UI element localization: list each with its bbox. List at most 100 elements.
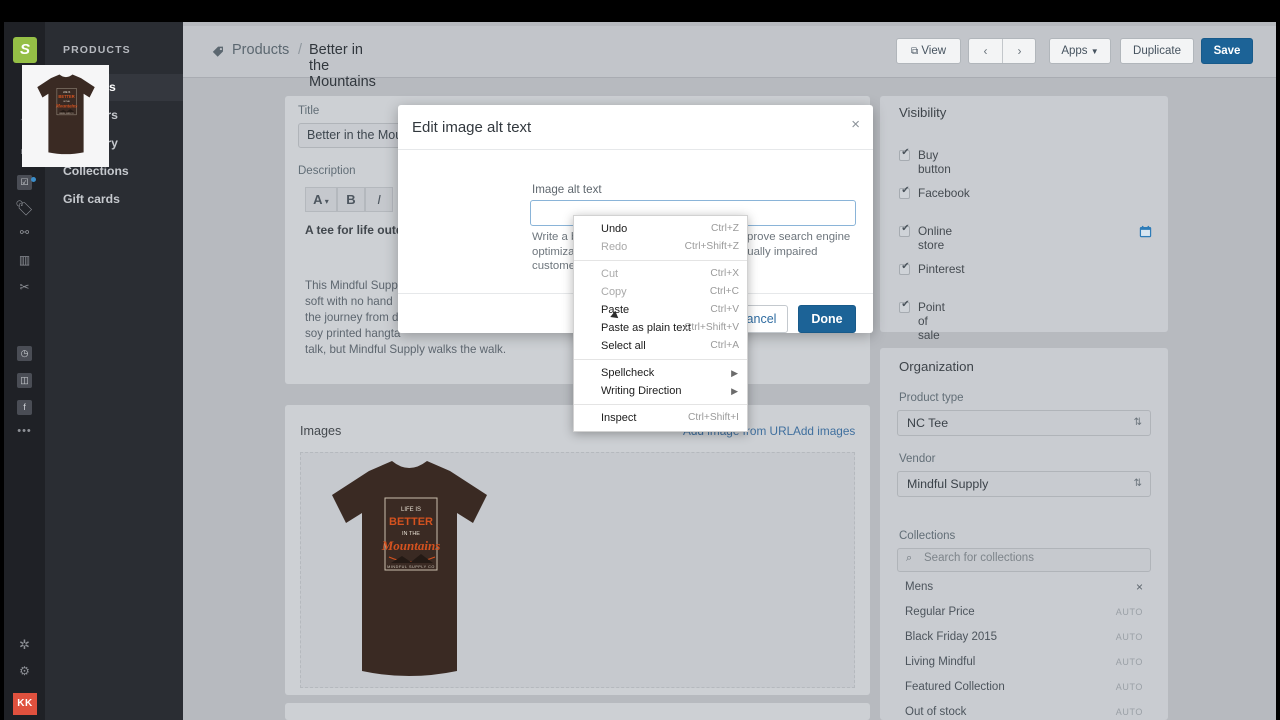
collection-auto-badge: AUTO [1115,657,1143,667]
organization-title: Organization [899,359,974,374]
menu-item-label: Redo [601,241,628,253]
checkbox-checked[interactable] [899,147,911,161]
title-label: Title [298,105,320,117]
image-alt-text-label: Image alt text [532,183,602,196]
images-card-title: Images [300,424,342,438]
collection-row-featured-collection: Featured Collection AUTO [897,675,1151,700]
description-line: soft with no hand [305,295,393,308]
settings-gear-icon[interactable]: ⚙ [4,658,45,684]
collection-auto-badge: AUTO [1115,632,1143,642]
menu-item-label: Copy [601,286,627,298]
collection-row-regular-price: Regular Price AUTO [897,600,1151,625]
tag-icon [212,46,223,57]
menu-item-accelerator: Ctrl+C [709,286,739,297]
visibility-label: Facebook [918,186,970,200]
apps-icon[interactable]: ✲ [4,632,45,658]
vendor-select[interactable]: Mindful Supply ⇅ [897,471,1151,497]
calendar-icon[interactable] [1139,225,1152,238]
breadcrumb-separator: / [298,42,303,58]
prev-next-button-group: ‹ › [968,38,1036,64]
collection-row-black-friday-2015: Black Friday 2015 AUTO [897,625,1151,650]
menu-item-label: Spellcheck [601,367,655,379]
letterbox-top [0,0,1280,22]
modal-title: Edit image alt text [412,119,532,136]
checkbox-checked[interactable] [899,261,911,275]
customers-icon[interactable]: ⚯ [4,220,45,246]
avatar[interactable]: KK [13,693,37,715]
product-type-select[interactable]: NC Tee ⇅ [897,410,1151,436]
checkbox-checked[interactable] [899,223,911,237]
remove-collection-icon[interactable]: × [1136,575,1143,600]
shopify-logo-icon[interactable] [13,37,37,63]
duplicate-button[interactable]: Duplicate [1120,38,1194,64]
context-menu-item-cut: Cut Ctrl+X [574,265,747,283]
font-style-button[interactable]: A ▾ [305,187,337,212]
svg-text:BETTER: BETTER [58,94,74,99]
collections-search-placeholder: Search for collections [924,552,1034,564]
menu-item-label: Select all [601,340,646,352]
view-button-label: View [921,45,947,57]
analytics-icon[interactable]: ▥ [4,247,45,273]
bold-button[interactable]: B [337,187,365,212]
products-tag-icon[interactable]: 🏷 [4,196,45,222]
vendor-label: Vendor [899,453,936,465]
more-icon[interactable]: ••• [4,418,45,444]
code-icon[interactable]: ◫ [4,366,45,392]
context-menu-item-paste-as-plain-text[interactable]: Paste as plain text Ctrl+Shift+V [574,319,747,337]
add-images-link[interactable]: Add images [793,424,855,438]
tee-line2: BETTER [389,516,433,528]
description-line: soy printed hangta [305,327,401,340]
facebook-icon[interactable]: f [4,393,45,419]
context-menu-item-redo: Redo Ctrl+Shift+Z [574,238,747,256]
visibility-label: Buy button [918,148,951,176]
breadcrumb-parent-link[interactable]: Products [232,42,289,58]
images-card: Images Add image from URL Add images LIF… [285,405,870,695]
clock-icon[interactable]: ◷ [4,339,45,365]
apps-button-label: Apps [1061,45,1088,57]
collection-auto-badge: AUTO [1115,607,1143,617]
done-button[interactable]: Done [798,305,856,333]
context-menu-item-spellcheck[interactable]: Spellcheck ▶ [574,364,747,382]
search-icon: ⌕ [906,552,913,564]
product-image-tshirt[interactable]: LIFE IS BETTER IN THE Mountains MINDFUL … [307,453,512,693]
context-menu-item-paste[interactable]: Paste Ctrl+V [574,301,747,319]
select-arrows-icon: ⇅ [1133,478,1142,489]
italic-label: I [377,192,381,207]
apps-button[interactable]: Apps ▼ [1049,38,1111,64]
menu-separator [574,404,747,405]
context-menu-item-select-all[interactable]: Select all Ctrl+A [574,337,747,355]
sidebar-item-gift-cards[interactable]: Gift cards [45,186,183,213]
thumbnail-tshirt-image: LIFE IS BETTER IN THE Mountains MINDFUL … [37,74,95,155]
collection-row-living-mindful: Living Mindful AUTO [897,650,1151,675]
product-type-label: Product type [899,392,964,404]
menu-item-accelerator: Ctrl+Z [710,223,739,234]
visibility-title: Visibility [899,105,947,120]
prev-button[interactable]: ‹ [969,39,1002,63]
next-button[interactable]: › [1003,39,1036,63]
bold-label: B [346,192,356,207]
discounts-icon[interactable]: ✂ [4,274,45,300]
close-icon[interactable]: × [851,116,860,133]
next-card-peek [285,703,870,720]
collection-name: Out of stock [905,706,967,718]
context-menu-item-undo[interactable]: Undo Ctrl+Z [574,220,747,238]
visibility-label: Pinterest [918,262,965,276]
save-button[interactable]: Save [1201,38,1253,64]
context-menu-item-inspect[interactable]: Inspect Ctrl+Shift+I [574,409,747,427]
collections-search-input[interactable]: ⌕ Search for collections [897,548,1151,572]
product-type-value: NC Tee [907,416,949,430]
collection-name: Black Friday 2015 [905,631,998,643]
view-button[interactable]: ⧉ View [896,38,961,64]
collections-label: Collections [899,530,956,542]
menu-item-accelerator: Ctrl+Shift+V [684,322,739,333]
collection-name: Regular Price [905,606,975,618]
svg-text:LIFE IS: LIFE IS [63,92,71,94]
menu-item-label: Writing Direction [601,385,682,397]
checkbox-checked[interactable] [899,185,911,199]
context-menu-item-writing-direction[interactable]: Writing Direction ▶ [574,382,747,400]
svg-text:Mountains: Mountains [55,104,78,109]
app-screenshot: ⌕ ⌂ ☑ 🏷 ⚯ ▥ ✂ ◷ ◫ f ••• ✲ ⚙ KK PRODUCTS … [0,0,1280,720]
italic-button[interactable]: I [365,187,393,212]
orders-icon[interactable]: ☑ [4,168,45,194]
checkbox-checked[interactable] [899,299,911,313]
